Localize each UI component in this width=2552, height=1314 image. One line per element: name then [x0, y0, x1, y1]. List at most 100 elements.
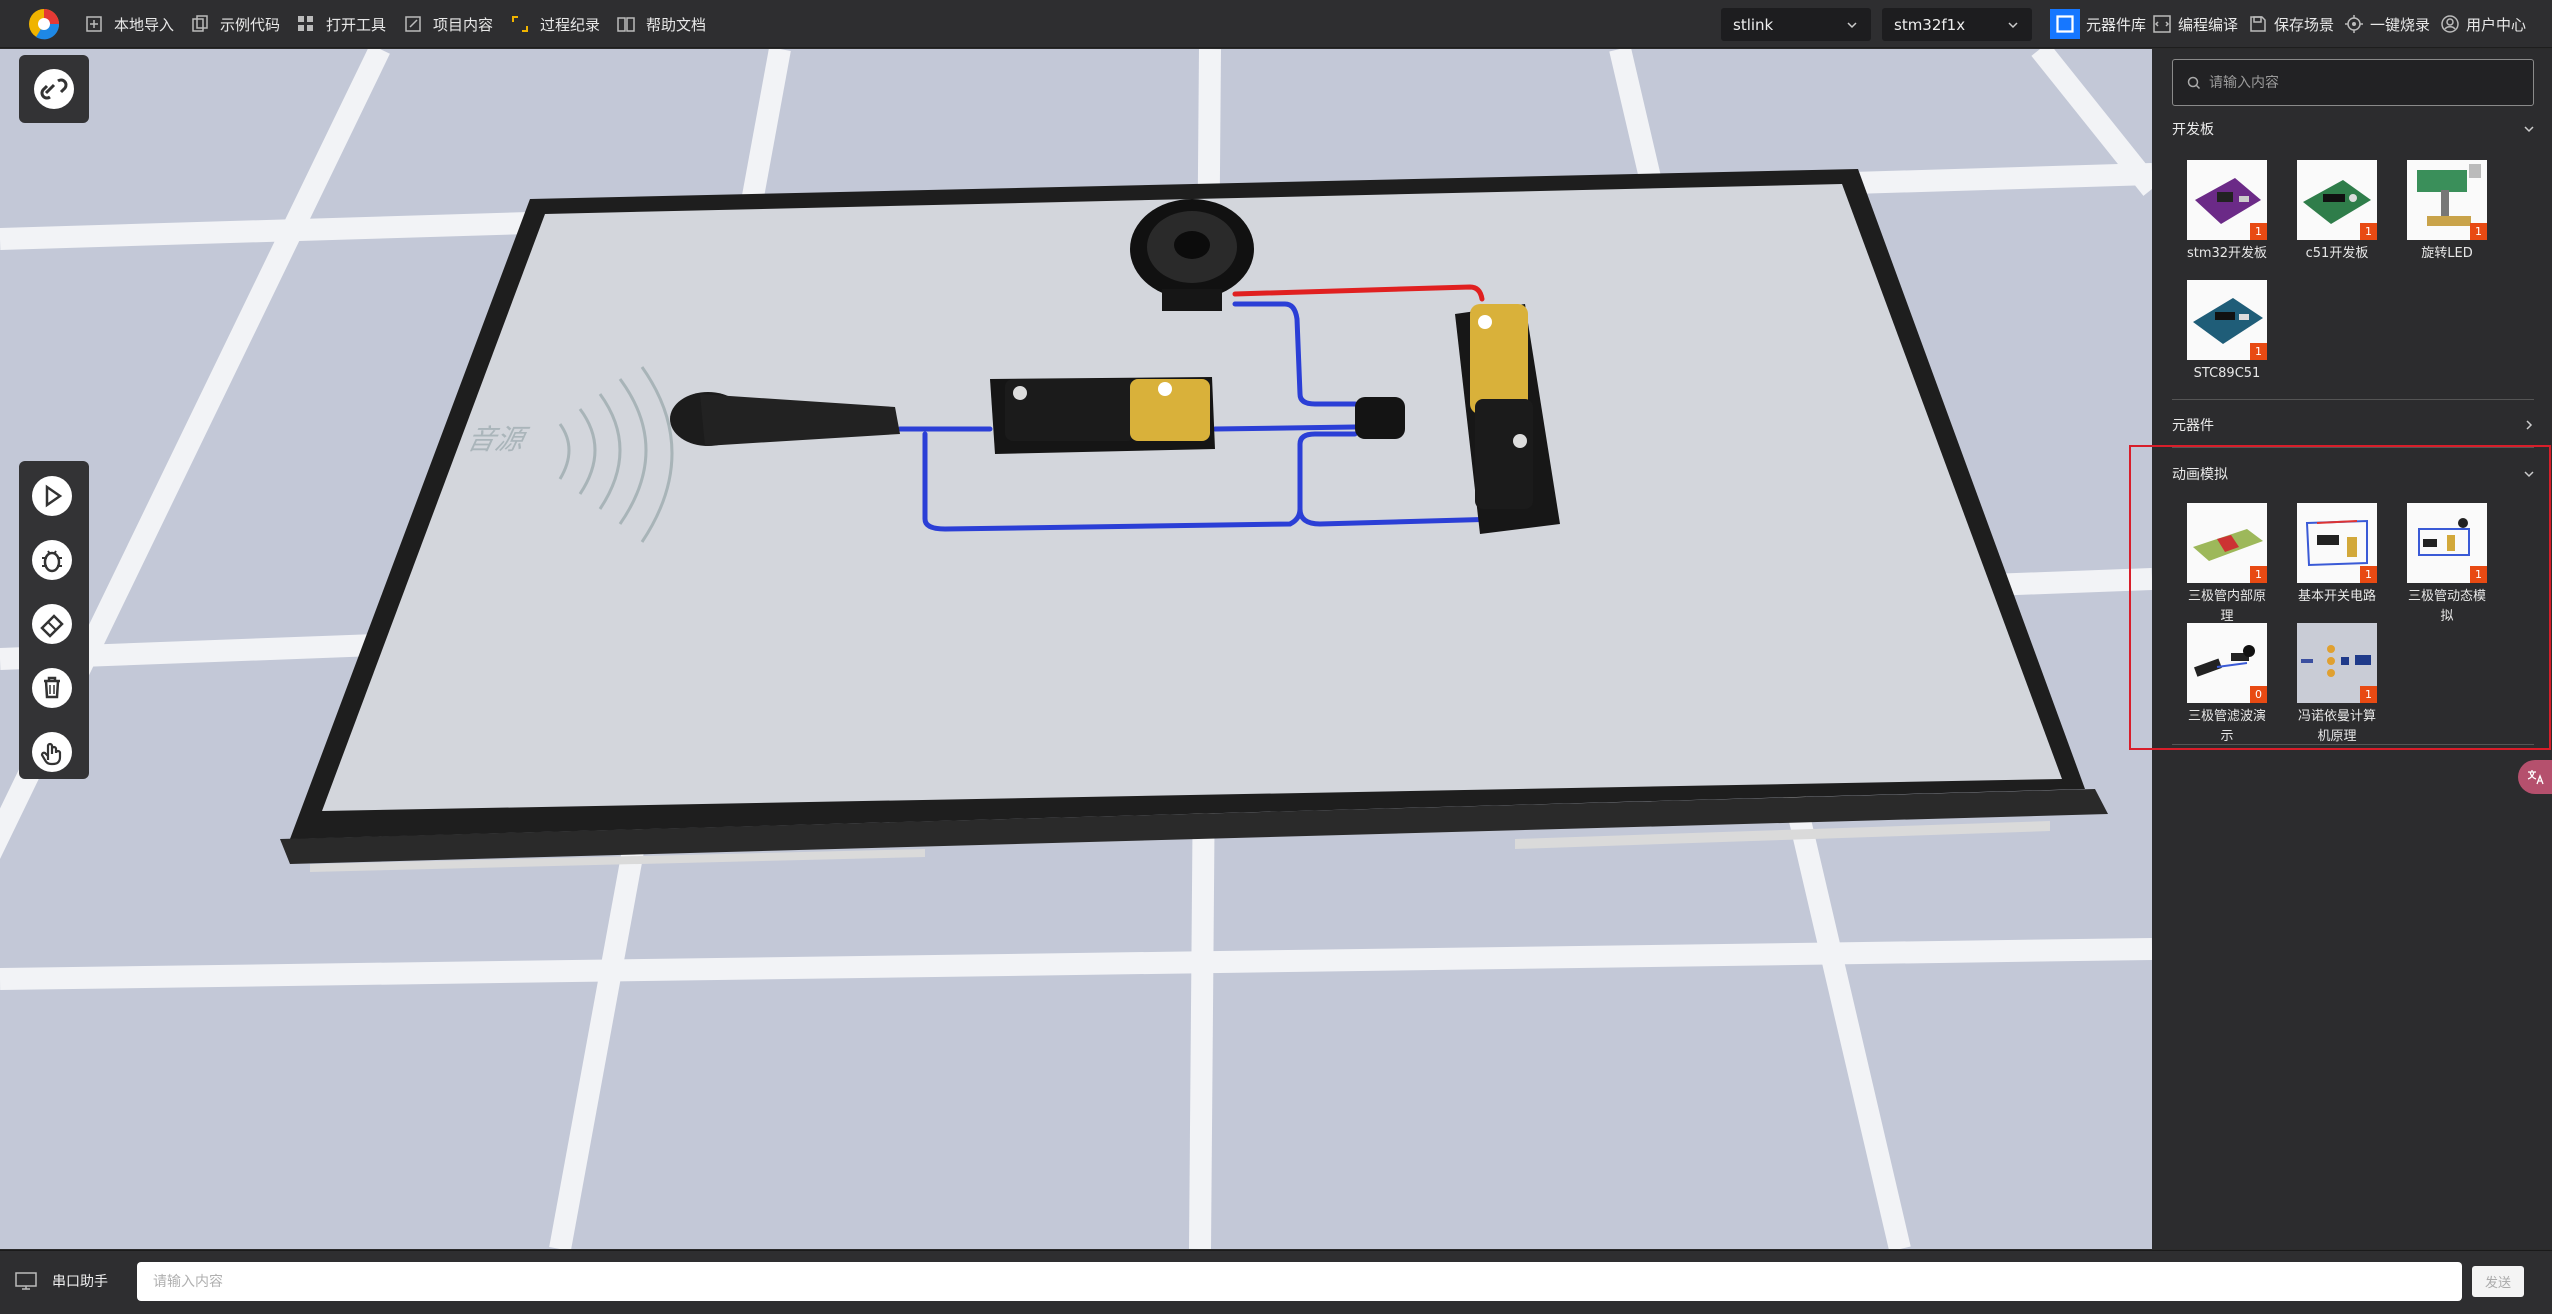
target-select[interactable]: stm32f1x [1882, 8, 2032, 41]
record-icon [512, 16, 528, 32]
transistor-component [1355, 397, 1405, 439]
scene-floor [0, 49, 2152, 1249]
chevron-down-icon[interactable] [2522, 122, 2536, 136]
component-library-label: 元器件库 [2086, 15, 2147, 34]
copy-icon [192, 15, 208, 32]
card-label: STC89C51 [2193, 366, 2261, 381]
count-badge: 1 [2250, 223, 2267, 240]
debugger-select[interactable]: stlink [1721, 8, 1871, 41]
count-badge: 1 [2360, 686, 2377, 703]
search-box[interactable] [2172, 59, 2534, 106]
card-transistor-dynamic-sim[interactable]: 1 三极管动态模拟 [2407, 503, 2487, 627]
card-basic-switch-circuit[interactable]: 1 基本开关电路 [2297, 503, 2377, 607]
card-c51-board[interactable]: 1 c51开发板 [2297, 160, 2377, 264]
card-rotating-led[interactable]: 1 旋转LED [2407, 160, 2487, 264]
user-center-label: 用户中心 [2466, 15, 2527, 34]
help-docs-label: 帮助文档 [646, 15, 707, 34]
example-code-button[interactable]: 示例代码 [190, 0, 280, 48]
eraser-icon [32, 604, 72, 644]
search-input[interactable] [2209, 74, 2519, 91]
card-thumbnail: 1 [2297, 503, 2377, 583]
debug-button[interactable] [29, 537, 75, 583]
play-icon [32, 476, 72, 516]
bug-icon [32, 540, 72, 580]
one-click-burn-button[interactable]: 一键烧录 [2344, 0, 2430, 48]
chevron-down-icon[interactable] [2522, 467, 2536, 481]
card-thumbnail: 1 [2187, 160, 2267, 240]
divider [2172, 744, 2534, 745]
chevron-down-icon [2008, 21, 2018, 28]
interact-button[interactable] [29, 729, 75, 775]
serial-command-input[interactable] [137, 1262, 2462, 1301]
count-badge: 1 [2470, 223, 2487, 240]
user-icon [2441, 15, 2459, 33]
top-toolbar: 本地导入 示例代码 打开工具 项目内容 过程纪录 帮助文档 stlink stm… [0, 0, 2552, 48]
project-content-button[interactable]: 项目内容 [403, 0, 493, 48]
serial-assistant-button[interactable]: 串口助手 [14, 1271, 108, 1291]
count-badge: 1 [2470, 566, 2487, 583]
burn-icon [2345, 15, 2363, 33]
search-icon [2187, 76, 2201, 89]
save-scene-button[interactable]: 保存场景 [2248, 0, 2334, 48]
divider [2172, 447, 2534, 448]
open-tools-label: 打开工具 [326, 15, 387, 34]
clean-button[interactable] [29, 601, 75, 647]
link-panel [19, 55, 89, 123]
bottom-console-bar: 串口助手 发送 [0, 1250, 2552, 1314]
user-center-button[interactable]: 用户中心 [2440, 0, 2526, 48]
delete-button[interactable] [29, 665, 75, 711]
card-thumbnail: 1 [2187, 280, 2267, 360]
monitor-icon [15, 1272, 37, 1290]
help-docs-button[interactable]: 帮助文档 [616, 0, 706, 48]
divider [2172, 399, 2534, 400]
link-button[interactable] [31, 66, 77, 112]
card-transistor-internals[interactable]: 1 三极管内部原理 [2187, 503, 2267, 627]
local-import-button[interactable]: 本地导入 [84, 0, 174, 48]
sound-source-label: 音源 [464, 423, 528, 456]
process-record-label: 过程纪录 [540, 15, 601, 34]
send-button[interactable]: 发送 [2472, 1266, 2524, 1297]
card-thumbnail: 1 [2407, 160, 2487, 240]
count-badge: 1 [2250, 343, 2267, 360]
open-tools-button[interactable]: 打开工具 [296, 0, 386, 48]
card-stc89c51[interactable]: 1 STC89C51 [2187, 280, 2267, 384]
card-label: c51开发板 [2305, 246, 2369, 261]
book-icon [617, 17, 635, 32]
section-animation-title[interactable]: 动画模拟 [2172, 464, 2228, 484]
local-import-label: 本地导入 [114, 15, 175, 34]
run-button[interactable] [29, 473, 75, 519]
translate-float-button[interactable] [2518, 760, 2552, 794]
process-record-button[interactable]: 过程纪录 [510, 0, 600, 48]
card-von-neumann[interactable]: 1 冯诺依曼计算机原理 [2297, 623, 2377, 747]
chevron-down-icon [1847, 21, 1857, 28]
card-thumbnail: 1 [2187, 503, 2267, 583]
code-icon [2153, 15, 2171, 33]
section-dev-boards-title[interactable]: 开发板 [2172, 119, 2214, 139]
debugger-select-value: stlink [1733, 15, 1774, 34]
translate-icon [2527, 770, 2544, 785]
save-scene-label: 保存场景 [2274, 15, 2335, 34]
card-thumbnail: 1 [2297, 160, 2377, 240]
card-transistor-filter-demo[interactable]: 0 三极管滤波演示 [2187, 623, 2267, 747]
component-library-button[interactable]: 元器件库 [2050, 0, 2146, 48]
count-badge: 0 [2250, 686, 2267, 703]
program-compile-button[interactable]: 编程编译 [2152, 0, 2238, 48]
chip-icon [2050, 9, 2080, 39]
card-label: stm32开发板 [2186, 246, 2268, 261]
target-select-value: stm32f1x [1894, 15, 1966, 34]
card-label: 三极管内部原理 [2187, 589, 2266, 624]
card-label: 基本开关电路 [2297, 589, 2376, 604]
card-stm32-board[interactable]: 1 stm32开发板 [2187, 160, 2267, 264]
battery-holder-horizontal [990, 377, 1215, 454]
3d-scene-viewport[interactable]: 音源 [0, 49, 2152, 1249]
card-label: 三极管滤波演示 [2187, 709, 2266, 744]
tool-panel [19, 461, 89, 779]
save-icon [2250, 16, 2266, 32]
card-thumbnail: 0 [2187, 623, 2267, 703]
section-components-title[interactable]: 元器件 [2172, 415, 2214, 435]
serial-assistant-label: 串口助手 [52, 1274, 108, 1290]
chevron-right-icon[interactable] [2522, 418, 2536, 432]
program-compile-label: 编程编译 [2178, 15, 2239, 34]
app-logo[interactable] [26, 6, 62, 42]
component-library-sidebar: 开发板 1 stm32开发板 1 c51开发板 1 旋转LED 1 STC89C… [2152, 49, 2552, 1249]
